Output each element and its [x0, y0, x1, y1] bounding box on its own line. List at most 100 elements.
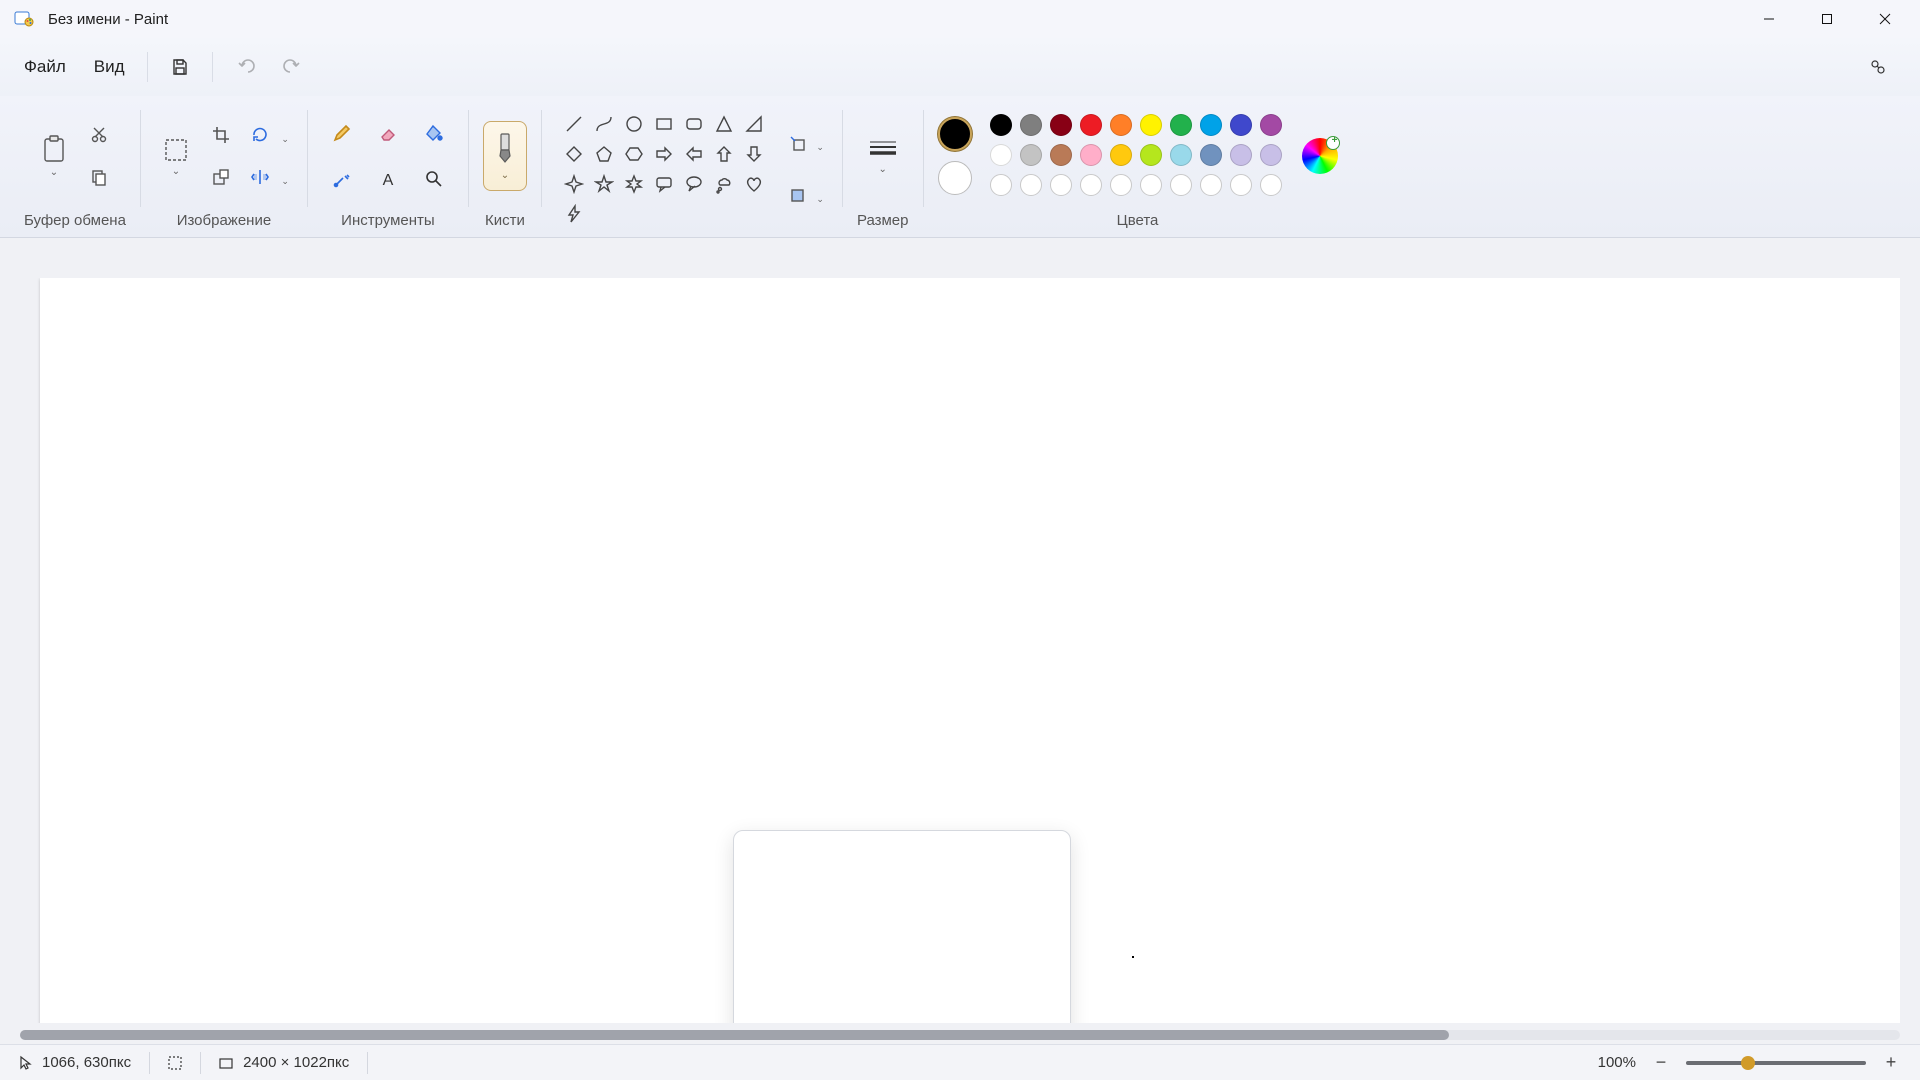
ribbon-options-button[interactable]	[1860, 49, 1896, 85]
menu-view[interactable]: Вид	[80, 49, 139, 85]
copy-button[interactable]	[81, 159, 117, 195]
color-picker-tool[interactable]	[322, 159, 362, 199]
paste-button[interactable]: ⌄	[33, 128, 75, 184]
color-swatch-empty[interactable]	[1200, 174, 1222, 196]
shape-right-triangle[interactable]	[740, 110, 768, 138]
zoom-out-button[interactable]: −	[1650, 1052, 1672, 1074]
rotate-button[interactable]: ⌄	[245, 117, 293, 153]
shape-lightning[interactable]	[560, 200, 588, 228]
brushes-button[interactable]: ⌄	[483, 121, 527, 191]
color-swatch-empty[interactable]	[1260, 174, 1282, 196]
color-swatch-empty[interactable]	[1110, 174, 1132, 196]
resize-button[interactable]	[203, 159, 239, 195]
color-swatch-empty[interactable]	[1050, 174, 1072, 196]
color-swatch[interactable]	[990, 144, 1012, 166]
shape-pentagon[interactable]	[590, 140, 618, 168]
crop-button[interactable]	[203, 117, 239, 153]
color-swatch[interactable]	[1230, 114, 1252, 136]
shape-star6[interactable]	[620, 170, 648, 198]
chevron-down-icon: ⌄	[816, 142, 824, 153]
shapes-gallery[interactable]	[556, 106, 772, 232]
undo-button[interactable]	[223, 45, 267, 89]
cut-button[interactable]	[81, 117, 117, 153]
color-swatch[interactable]	[1140, 144, 1162, 166]
color-swatch[interactable]	[1110, 144, 1132, 166]
window-title: Без имени - Paint	[48, 11, 168, 28]
shape-arrow-right[interactable]	[650, 140, 678, 168]
group-tools: A Инструменты	[308, 96, 468, 237]
shape-star5[interactable]	[590, 170, 618, 198]
shape-outline-button[interactable]: ⌄	[782, 125, 828, 161]
color-swatch[interactable]	[1020, 114, 1042, 136]
shape-curve[interactable]	[590, 110, 618, 138]
color-swatch-empty[interactable]	[1020, 174, 1042, 196]
color-swatch[interactable]	[1050, 144, 1072, 166]
group-label: Размер	[857, 206, 909, 231]
color-swatch[interactable]	[1200, 114, 1222, 136]
color-swatch[interactable]	[1020, 144, 1042, 166]
shape-line[interactable]	[560, 110, 588, 138]
color-swatch[interactable]	[1080, 144, 1102, 166]
selection-icon	[168, 1056, 182, 1070]
color-swatch[interactable]	[1140, 114, 1162, 136]
zoom-slider[interactable]	[1686, 1061, 1866, 1065]
shape-rectangle[interactable]	[650, 110, 678, 138]
shape-callout-rect[interactable]	[650, 170, 678, 198]
color-swatch[interactable]	[1200, 144, 1222, 166]
save-button[interactable]	[158, 45, 202, 89]
shape-arrow-left[interactable]	[680, 140, 708, 168]
color-swatch-empty[interactable]	[990, 174, 1012, 196]
color-swatch[interactable]	[1260, 144, 1282, 166]
scrollbar-thumb[interactable]	[20, 1030, 1449, 1040]
paint-app-icon	[14, 9, 34, 29]
fill-tool[interactable]	[414, 113, 454, 153]
eraser-tool[interactable]	[368, 113, 408, 153]
close-button[interactable]	[1856, 0, 1914, 38]
shape-rounded-rectangle[interactable]	[680, 110, 708, 138]
color-swatch[interactable]	[1170, 114, 1192, 136]
color-2[interactable]	[938, 161, 972, 195]
group-shapes: ⌄ ⌄ Фигуры	[542, 96, 842, 237]
magnifier-tool[interactable]	[414, 159, 454, 199]
shape-callout-cloud[interactable]	[710, 170, 738, 198]
select-button[interactable]: ⌄	[155, 128, 197, 184]
shape-fill-button[interactable]: ⌄	[782, 177, 828, 213]
chevron-down-icon: ⌄	[501, 170, 509, 181]
zoom-in-button[interactable]: +	[1880, 1052, 1902, 1074]
edit-colors-button[interactable]	[1302, 138, 1338, 174]
shape-arrow-down[interactable]	[740, 140, 768, 168]
color-swatch-empty[interactable]	[1230, 174, 1252, 196]
horizontal-scrollbar[interactable]	[20, 1030, 1900, 1040]
color-swatch[interactable]	[1080, 114, 1102, 136]
color-swatch[interactable]	[1050, 114, 1072, 136]
color-swatch-empty[interactable]	[1140, 174, 1162, 196]
shape-diamond[interactable]	[560, 140, 588, 168]
minimize-button[interactable]	[1740, 0, 1798, 38]
text-tool[interactable]: A	[368, 159, 408, 199]
flip-button[interactable]: ⌄	[245, 159, 293, 195]
shape-star4[interactable]	[560, 170, 588, 198]
shape-triangle[interactable]	[710, 110, 738, 138]
maximize-button[interactable]	[1798, 0, 1856, 38]
floating-panel[interactable]	[733, 830, 1071, 1023]
shape-oval[interactable]	[620, 110, 648, 138]
color-swatch[interactable]	[1230, 144, 1252, 166]
color-swatch[interactable]	[990, 114, 1012, 136]
color-swatch-empty[interactable]	[1080, 174, 1102, 196]
shape-arrow-up[interactable]	[710, 140, 738, 168]
menu-file[interactable]: Файл	[10, 49, 80, 85]
color-swatch-empty[interactable]	[1170, 174, 1192, 196]
color-swatch[interactable]	[1170, 144, 1192, 166]
color-swatch[interactable]	[1110, 114, 1132, 136]
shape-callout-oval[interactable]	[680, 170, 708, 198]
size-button[interactable]: ⌄	[861, 128, 905, 184]
menubar: Файл Вид	[0, 38, 1920, 96]
color-1[interactable]	[938, 117, 972, 151]
pencil-tool[interactable]	[322, 113, 362, 153]
group-colors: Цвета	[924, 96, 1352, 237]
shape-heart[interactable]	[740, 170, 768, 198]
color-swatch[interactable]	[1260, 114, 1282, 136]
redo-button[interactable]	[271, 45, 315, 89]
shape-hexagon[interactable]	[620, 140, 648, 168]
zoom-slider-thumb[interactable]	[1741, 1056, 1755, 1070]
